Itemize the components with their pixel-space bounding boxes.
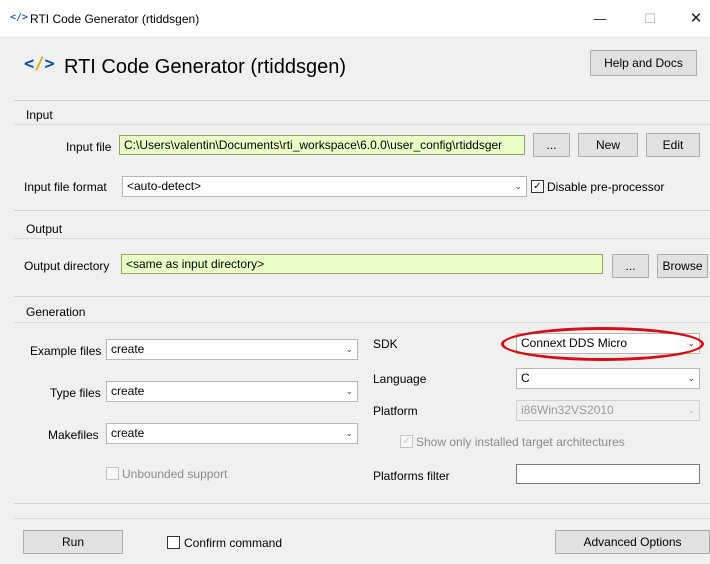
example-files-label: Example files xyxy=(30,344,102,358)
close-button[interactable]: ✕ xyxy=(676,6,710,32)
platforms-filter-label: Platforms filter xyxy=(373,469,450,483)
chevron-down-icon: ⌄ xyxy=(345,428,353,438)
generation-section-label: Generation xyxy=(26,305,86,319)
edit-file-button[interactable]: Edit xyxy=(646,133,700,157)
type-files-label: Type files xyxy=(50,386,101,400)
chevron-down-icon: ⌄ xyxy=(514,181,522,191)
minimize-button[interactable]: — xyxy=(580,6,620,32)
input-format-value: <auto-detect> xyxy=(127,179,202,193)
run-button[interactable]: Run xyxy=(23,530,123,554)
window-titlebar: </> RTI Code Generator (rtiddsgen) — ☐ ✕ xyxy=(0,0,710,38)
footer-divider xyxy=(14,518,710,519)
input-file-label: Input file xyxy=(66,140,112,154)
sdk-highlight-annotation xyxy=(501,327,704,361)
language-value: C xyxy=(521,371,530,385)
footer-border-top xyxy=(14,503,710,504)
output-dir-field[interactable]: <same as input directory> xyxy=(121,254,603,274)
generation-divider xyxy=(14,322,710,323)
window-title: RTI Code Generator (rtiddsgen) xyxy=(30,12,200,26)
chevron-down-icon: ⌄ xyxy=(345,386,353,396)
makefiles-label: Makefiles xyxy=(48,428,99,442)
platforms-filter-input[interactable] xyxy=(516,464,700,484)
type-files-value: create xyxy=(111,384,145,398)
input-file-browse-button[interactable]: ... xyxy=(533,133,570,157)
input-divider xyxy=(14,124,710,125)
output-section-label: Output xyxy=(26,222,63,236)
output-browse-button[interactable]: Browse xyxy=(657,254,708,278)
sdk-label: SDK xyxy=(373,337,398,351)
show-installed-label: Show only installed target architectures xyxy=(416,435,625,449)
disable-preprocessor-label: Disable pre-processor xyxy=(547,180,665,194)
language-select[interactable]: C ⌄ xyxy=(516,368,700,389)
checkmark-icon: ✓ xyxy=(402,436,411,447)
platform-value: i86Win32VS2010 xyxy=(521,403,614,417)
confirm-command-label: Confirm command xyxy=(184,536,283,550)
maximize-button[interactable]: ☐ xyxy=(630,6,670,32)
code-brackets-icon: </> xyxy=(24,54,55,74)
checkmark-icon: ✓ xyxy=(533,181,542,192)
type-files-select[interactable]: create ⌄ xyxy=(106,381,358,402)
input-section-border xyxy=(14,100,710,101)
page-title: RTI Code Generator (rtiddsgen) xyxy=(64,56,346,78)
input-file-field[interactable]: C:\Users\valentin\Documents\rti_workspac… xyxy=(119,135,525,155)
output-section-border xyxy=(14,210,710,211)
platform-select[interactable]: i86Win32VS2010 ⌄ xyxy=(516,400,700,421)
makefiles-value: create xyxy=(111,426,145,440)
confirm-command-checkbox[interactable] xyxy=(167,536,180,549)
chevron-down-icon: ⌄ xyxy=(687,373,695,383)
new-file-button[interactable]: New xyxy=(578,133,638,157)
generation-section-border xyxy=(14,296,710,297)
unbounded-support-label: Unbounded support xyxy=(122,467,228,481)
example-files-select[interactable]: create ⌄ xyxy=(106,339,358,360)
help-docs-button[interactable]: Help and Docs xyxy=(590,50,697,76)
output-divider xyxy=(14,238,710,239)
chevron-down-icon: ⌄ xyxy=(687,405,695,415)
unbounded-support-checkbox[interactable] xyxy=(106,467,119,480)
input-format-select[interactable]: <auto-detect> ⌄ xyxy=(122,176,527,197)
disable-preprocessor-checkbox[interactable]: ✓ xyxy=(531,180,544,193)
language-label: Language xyxy=(373,372,427,386)
app-code-icon: </> xyxy=(10,12,29,23)
show-installed-checkbox[interactable]: ✓ xyxy=(400,435,413,448)
chevron-down-icon: ⌄ xyxy=(345,344,353,354)
output-dir-dots-button[interactable]: ... xyxy=(612,254,649,278)
advanced-options-button[interactable]: Advanced Options xyxy=(555,530,710,554)
makefiles-select[interactable]: create ⌄ xyxy=(106,423,358,444)
example-files-value: create xyxy=(111,342,145,356)
platform-label: Platform xyxy=(373,404,418,418)
input-format-label: Input file format xyxy=(24,180,107,194)
output-dir-label: Output directory xyxy=(24,259,110,273)
input-section-label: Input xyxy=(26,108,53,122)
